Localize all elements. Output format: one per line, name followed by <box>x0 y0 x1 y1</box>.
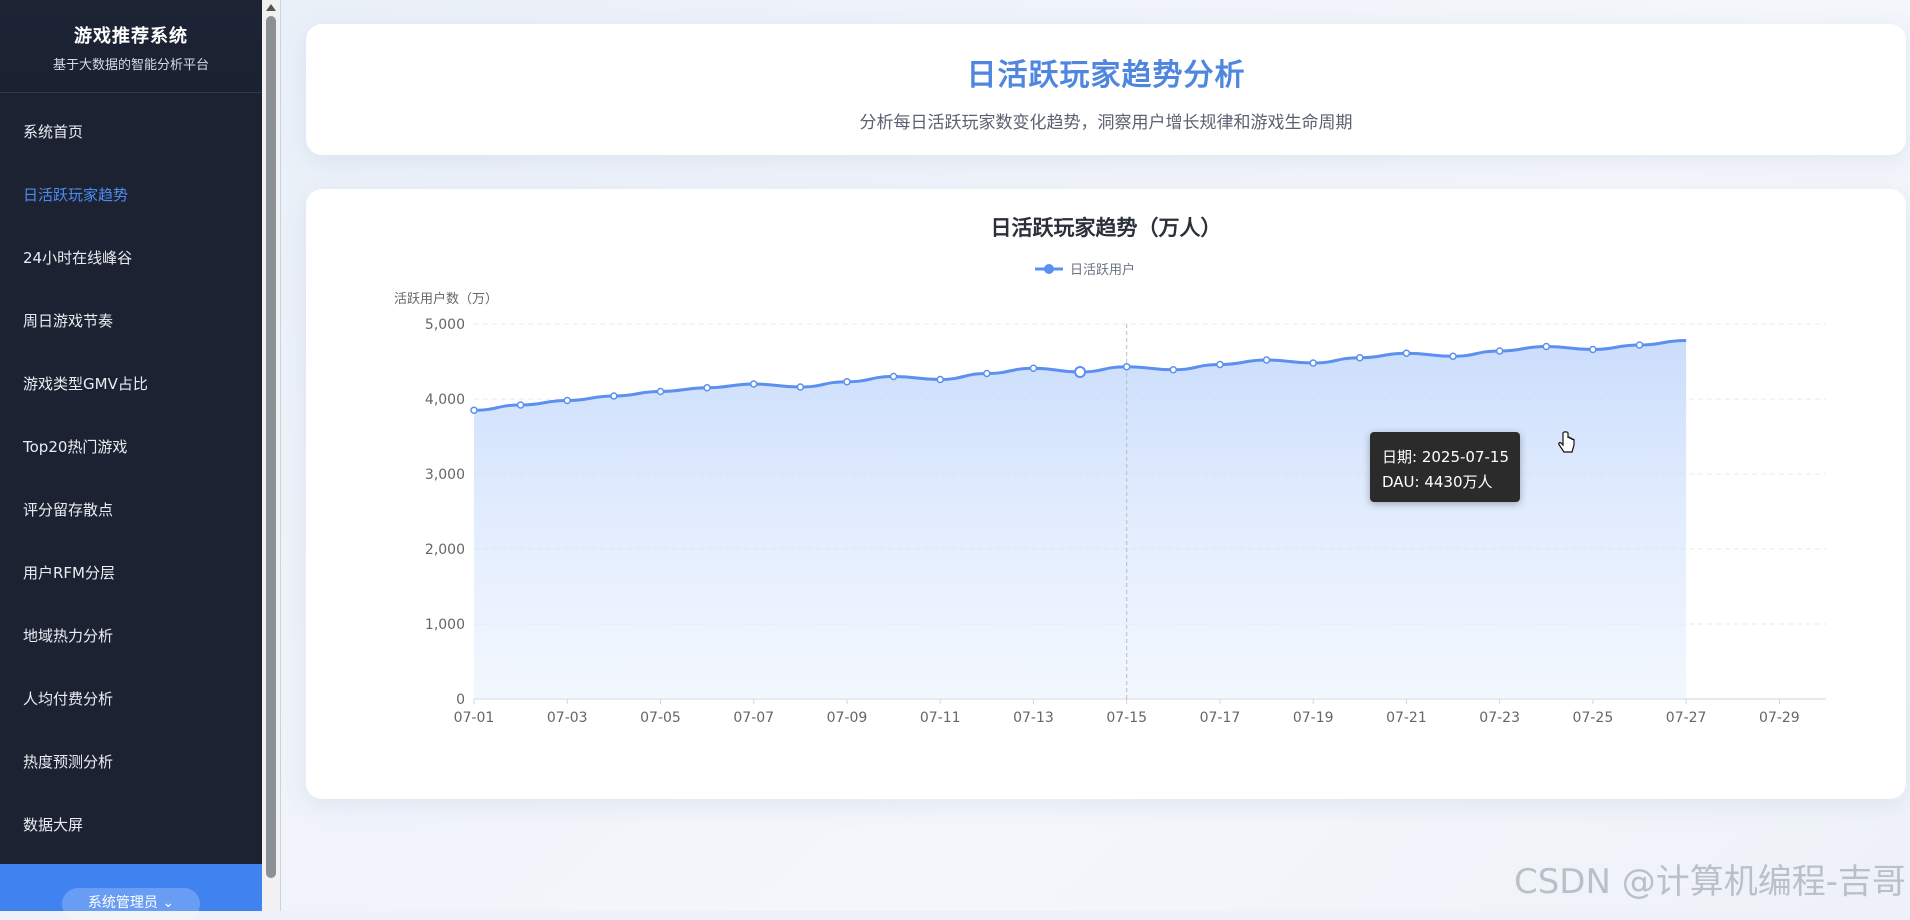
data-point[interactable] <box>1262 356 1271 364</box>
header-card: 日活跃玩家趋势分析 分析每日活跃玩家数变化趋势，洞察用户增长规律和游戏生命周期 <box>306 24 1906 155</box>
sidebar-item-gmv-share[interactable]: 游戏类型GMV占比 <box>0 353 262 416</box>
sidebar-item-heat-forecast[interactable]: 热度预测分析 <box>0 731 262 794</box>
data-point[interactable] <box>1029 364 1038 372</box>
sidebar-item-top20[interactable]: Top20热门游戏 <box>0 416 262 479</box>
highlighted-data-point[interactable] <box>1074 366 1087 378</box>
x-tick-label: 07-21 <box>1386 710 1427 726</box>
data-point[interactable] <box>1495 347 1504 355</box>
sidebar-item-rating-retention[interactable]: 评分留存散点 <box>0 479 262 542</box>
page-subtitle: 分析每日活跃玩家数变化趋势，洞察用户增长规律和游戏生命周期 <box>859 113 1353 133</box>
data-point[interactable] <box>470 406 478 414</box>
x-tick-label: 07-15 <box>1106 710 1147 726</box>
chart-title: 日活跃玩家趋势（万人） <box>991 216 1222 240</box>
x-tick-label: 07-17 <box>1200 710 1241 726</box>
dau-chart[interactable]: 日活跃玩家趋势（万人） 日活跃用户 活跃用户数（万） 0 1,000 2,000 3,… <box>306 189 1906 799</box>
sidebar-item-arppu[interactable]: 人均付费分析 <box>0 668 262 731</box>
x-tick-label: 07-09 <box>827 710 868 726</box>
data-point[interactable] <box>656 387 665 396</box>
x-tick-label: 07-25 <box>1573 710 1614 726</box>
data-point[interactable] <box>516 401 525 409</box>
brand: 游戏推荐系统 基于大数据的智能分析平台 <box>0 0 262 93</box>
sidebar: 游戏推荐系统 基于大数据的智能分析平台 系统首页 日活跃玩家趋势 24小时在线峰… <box>0 0 262 920</box>
x-tick-label: 07-23 <box>1479 710 1520 726</box>
sidebar-footer: 系统管理员 ⌄ <box>0 864 262 920</box>
page-title: 日活跃玩家趋势分析 <box>966 58 1246 93</box>
series-area <box>474 340 1687 699</box>
sidebar-nav: 系统首页 日活跃玩家趋势 24小时在线峰谷 周日游戏节奏 游戏类型GMV占比 T… <box>0 93 262 857</box>
y-tick-label: 4,000 <box>425 392 465 408</box>
legend-label: 日活跃用户 <box>1070 262 1135 278</box>
data-point[interactable] <box>1542 342 1551 351</box>
scroll-thumb[interactable] <box>266 16 276 878</box>
hand-cursor-icon <box>1558 431 1575 453</box>
data-point[interactable] <box>983 369 991 378</box>
data-point[interactable] <box>563 396 571 405</box>
sidebar-item-home[interactable]: 系统首页 <box>0 101 262 164</box>
tooltip-date: 日期: 2025-07-15 <box>1382 448 1509 466</box>
sidebar-item-dau-trend[interactable]: 日活跃玩家趋势 <box>0 164 262 227</box>
y-tick-label: 1,000 <box>425 617 465 633</box>
data-point[interactable] <box>703 384 711 392</box>
x-tick-label: 07-19 <box>1293 710 1334 726</box>
data-point[interactable] <box>936 375 944 384</box>
sidebar-scrollbar[interactable] <box>262 0 281 911</box>
scroll-up-arrow-icon[interactable] <box>266 4 276 11</box>
data-point[interactable] <box>1169 366 1178 374</box>
data-point[interactable] <box>1589 345 1597 354</box>
watermark: CSDN @计算机编程-吉哥 <box>1513 862 1906 902</box>
data-point[interactable] <box>1309 359 1317 367</box>
tooltip-value: DAU: 4430万人 <box>1382 473 1493 491</box>
x-tick-label: 07-07 <box>733 710 774 726</box>
data-point[interactable] <box>1356 354 1364 362</box>
data-point[interactable] <box>796 383 805 391</box>
data-point[interactable] <box>1216 360 1224 369</box>
x-tick-label: 07-27 <box>1666 710 1707 726</box>
data-point[interactable] <box>889 372 898 381</box>
x-tick-label: 07-03 <box>547 710 588 726</box>
chart-legend[interactable]: 日活跃用户 <box>1035 262 1135 278</box>
x-tick-label: 07-13 <box>1013 710 1054 726</box>
chart-tooltip: 日期: 2025-07-15 DAU: 4430万人 <box>1370 432 1520 502</box>
sidebar-item-weekly-rhythm[interactable]: 周日游戏节奏 <box>0 290 262 353</box>
x-tick-label: 07-01 <box>454 710 495 726</box>
data-point[interactable] <box>1402 349 1411 357</box>
sidebar-item-region-heat[interactable]: 地域热力分析 <box>0 605 262 668</box>
sidebar-item-dashboard[interactable]: 数据大屏 <box>0 794 262 857</box>
x-tick-label: 07-11 <box>920 710 961 726</box>
data-point[interactable] <box>1449 352 1457 360</box>
data-point[interactable] <box>843 378 851 386</box>
data-point[interactable] <box>610 392 618 400</box>
data-point[interactable] <box>1122 363 1131 371</box>
x-tick-label: 07-05 <box>640 710 681 726</box>
y-axis-label: 活跃用户数（万） <box>394 291 498 307</box>
y-tick-label: 5,000 <box>425 317 465 333</box>
data-point[interactable] <box>749 380 758 388</box>
y-tick-label: 3,000 <box>425 467 465 483</box>
chart-card: 日活跃玩家趋势（万人） 日活跃用户 活跃用户数（万） 0 1,000 2,000 3,… <box>306 189 1906 799</box>
app-title: 游戏推荐系统 <box>74 26 188 47</box>
x-axis-ticks: 07-01 07-03 07-05 07-07 07-09 07-11 07-13 07-15… <box>454 699 1800 726</box>
legend-marker-icon <box>1044 264 1054 274</box>
app-subtitle: 基于大数据的智能分析平台 <box>52 58 209 73</box>
y-tick-label: 2,000 <box>425 542 465 558</box>
main-content: 日活跃玩家趋势分析 分析每日活跃玩家数变化趋势，洞察用户增长规律和游戏生命周期 … <box>281 0 1910 911</box>
data-point[interactable] <box>1635 341 1644 349</box>
admin-menu-button[interactable]: 系统管理员 ⌄ <box>62 888 200 920</box>
x-tick-label: 07-29 <box>1759 710 1800 726</box>
sidebar-item-24h-peak[interactable]: 24小时在线峰谷 <box>0 227 262 290</box>
sidebar-item-rfm[interactable]: 用户RFM分层 <box>0 542 262 605</box>
y-axis-ticks: 0 1,000 2,000 3,000 4,000 5,000 <box>425 317 465 708</box>
y-tick-label: 0 <box>456 692 465 708</box>
